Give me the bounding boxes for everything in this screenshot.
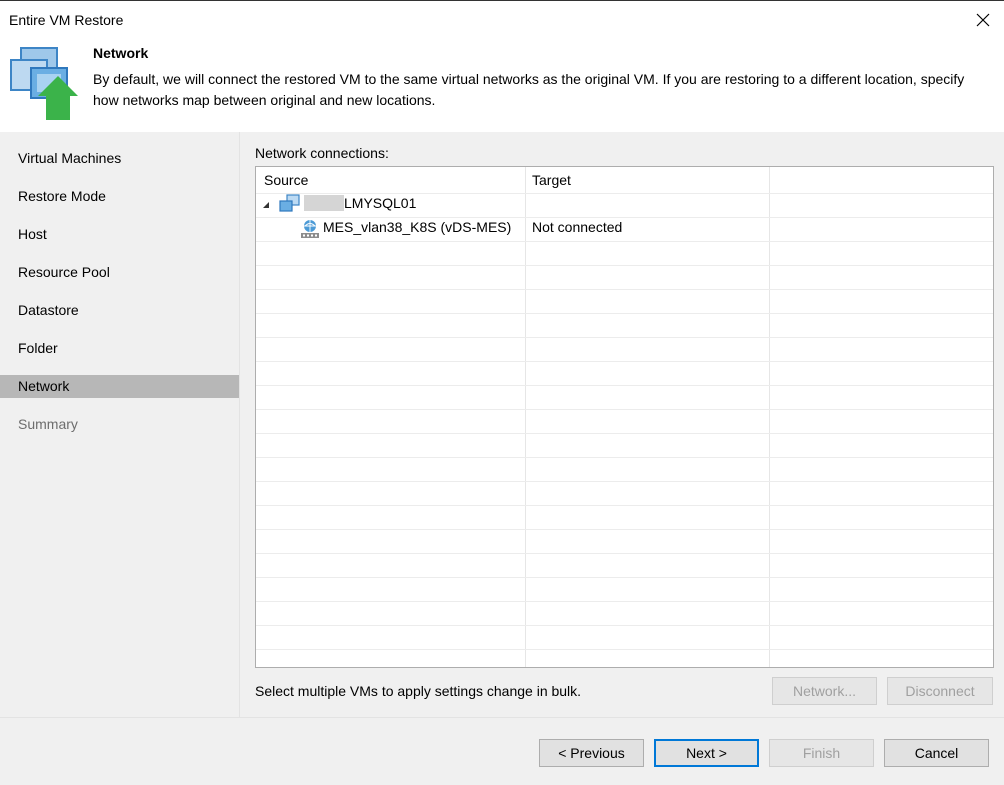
grid-row-line [256,289,993,290]
previous-button[interactable]: < Previous [539,739,644,767]
grid-row-line [256,481,993,482]
page-title: Network [93,45,149,61]
network-connections-label: Network connections: [255,145,389,161]
grid-row-line [256,625,993,626]
close-button[interactable] [970,7,996,33]
step-virtual-machines[interactable]: Virtual Machines [0,147,239,170]
table-row[interactable]: MES_vlan38_K8S (vDS-MES) [262,218,524,242]
redacted-text [304,195,344,211]
wizard-footer: < Previous Next > Finish Cancel [0,717,1004,785]
step-resource-pool[interactable]: Resource Pool [0,261,239,284]
grid-row-line [256,433,993,434]
collapse-triangle-icon[interactable] [262,201,270,209]
network-name: MES_vlan38_K8S (vDS-MES) [323,219,512,235]
network-panel: Network connections: Source Target LMYSQ… [239,132,1004,717]
column-header-target[interactable]: Target [532,172,571,188]
grid-row-line [256,265,993,266]
grid-row-line [256,649,993,650]
step-folder[interactable]: Folder [0,337,239,360]
step-network[interactable]: Network [0,375,239,398]
vm-name: LMYSQL01 [344,195,417,211]
step-datastore[interactable]: Datastore [0,299,239,322]
column-separator[interactable] [525,167,526,667]
grid-row-line [256,553,993,554]
grid-row-line [256,529,993,530]
grid-row-line [256,361,993,362]
grid-row-line [256,505,993,506]
table-row[interactable]: LMYSQL01 [262,194,522,218]
wizard-header: Network By default, we will connect the … [0,38,1004,132]
bulk-hint: Select multiple VMs to apply settings ch… [255,683,582,699]
column-header-source[interactable]: Source [264,172,308,188]
page-description: By default, we will connect the restored… [93,71,965,108]
grid-row-line [256,457,993,458]
title-bar: Entire VM Restore [0,0,1004,38]
network-icon [301,220,319,238]
step-host[interactable]: Host [0,223,239,246]
restore-vm-icon [10,47,78,120]
grid-row-line [256,409,993,410]
finish-button[interactable]: Finish [769,739,874,767]
step-restore-mode[interactable]: Restore Mode [0,185,239,208]
cancel-button[interactable]: Cancel [884,739,989,767]
network-target: Not connected [532,219,623,235]
network-connections-grid[interactable]: Source Target LMYSQL01 MES_vlan38_K8S (v… [255,166,994,668]
next-button[interactable]: Next > [654,739,759,767]
column-separator[interactable] [769,167,770,667]
network-button[interactable]: Network... [772,677,877,705]
disconnect-button[interactable]: Disconnect [887,677,993,705]
grid-row-line [256,337,993,338]
grid-row-line [256,601,993,602]
wizard-steps: Virtual Machines Restore Mode Host Resou… [0,132,239,717]
step-summary: Summary [18,416,78,432]
grid-row-line [256,385,993,386]
grid-row-line [256,577,993,578]
window-title: Entire VM Restore [9,12,124,28]
grid-row-line [256,313,993,314]
vm-group-icon [279,194,300,212]
close-icon [976,13,990,27]
